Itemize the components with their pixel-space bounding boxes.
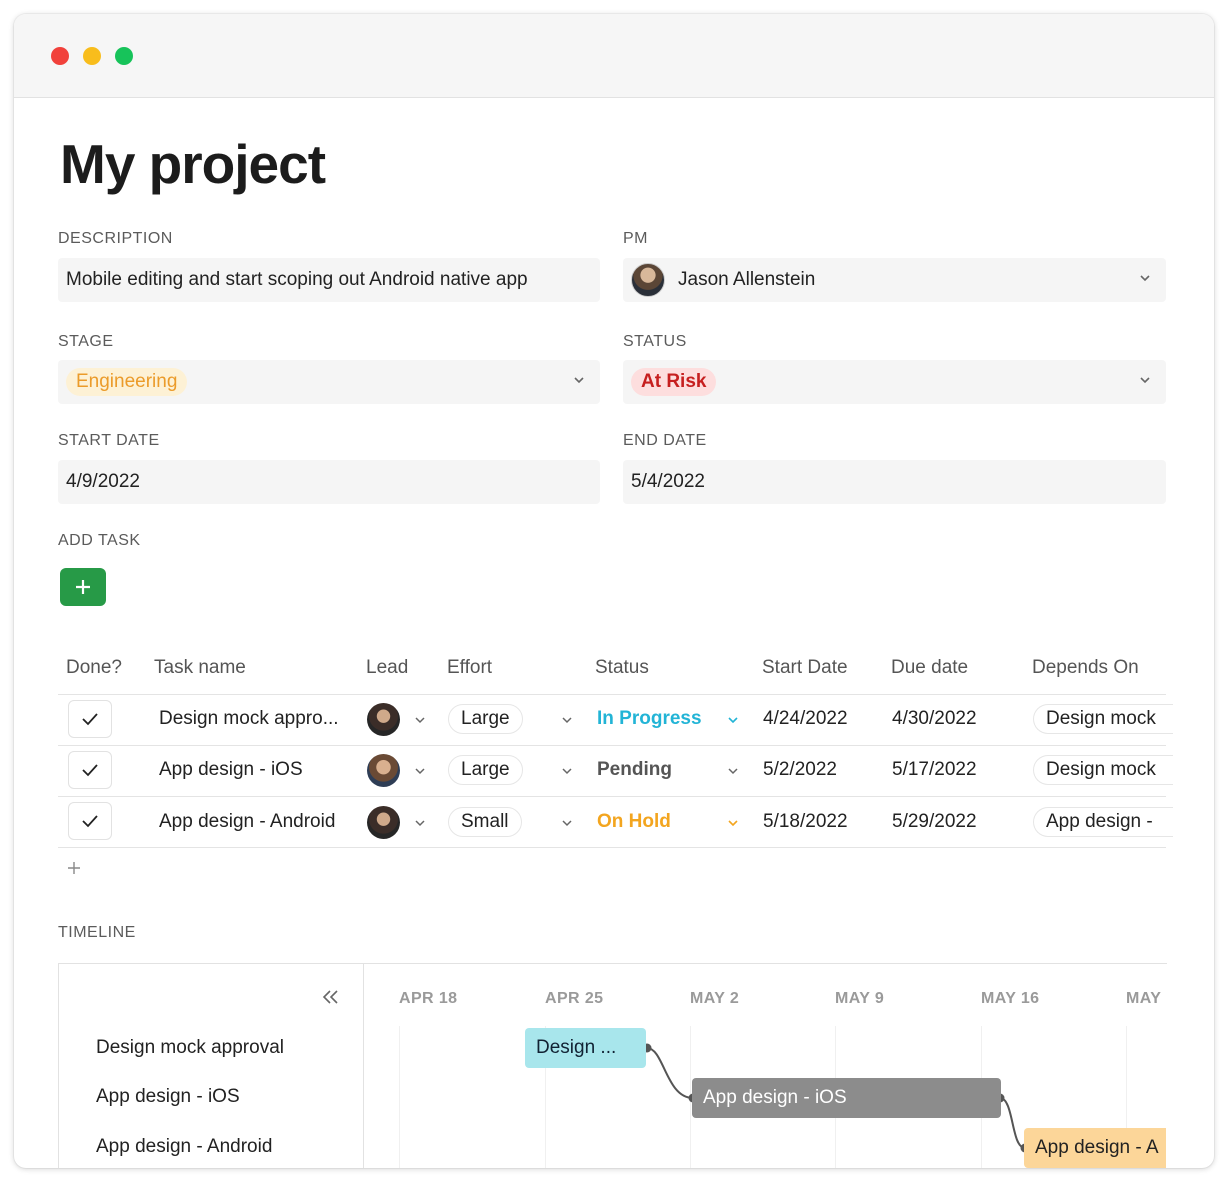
status-select[interactable]: At Risk xyxy=(623,360,1166,404)
chevron-down-icon xyxy=(1140,275,1150,282)
start-date-field[interactable]: 4/9/2022 xyxy=(58,460,600,504)
effort-chip[interactable]: Small xyxy=(448,807,522,837)
description-field[interactable]: Mobile editing and start scoping out And… xyxy=(58,258,600,302)
row-divider xyxy=(58,847,1166,848)
app-window: My project DESCRIPTION Mobile editing an… xyxy=(14,14,1214,1168)
maximize-window-button[interactable] xyxy=(115,47,133,65)
effort-chip[interactable]: Large xyxy=(448,704,523,734)
chevron-down-icon xyxy=(1140,377,1150,384)
done-checkbox[interactable] xyxy=(68,751,112,789)
end-date-field[interactable]: 5/4/2022 xyxy=(623,460,1166,504)
row-divider xyxy=(58,745,1166,746)
start-date-cell[interactable]: 5/18/2022 xyxy=(763,811,848,833)
status-label: STATUS xyxy=(623,333,687,350)
table-header-divider xyxy=(58,694,1166,695)
timeline-label: TIMELINE xyxy=(58,924,136,941)
chevron-down-icon[interactable] xyxy=(561,817,573,829)
col-task-name: Task name xyxy=(154,657,246,678)
timeline-task-name: App design - Android xyxy=(96,1136,273,1157)
chevron-down-icon[interactable] xyxy=(414,714,426,726)
start-date-label: START DATE xyxy=(58,432,160,449)
end-date-label: END DATE xyxy=(623,432,707,449)
status-badge: At Risk xyxy=(631,368,717,396)
chevron-down-icon[interactable] xyxy=(727,714,739,726)
effort-chip[interactable]: Large xyxy=(448,755,523,785)
due-date-cell[interactable]: 5/17/2022 xyxy=(892,759,977,781)
task-name-cell[interactable]: App design - Android xyxy=(159,811,335,833)
grid-line xyxy=(690,1026,691,1168)
col-depends-on: Depends On xyxy=(1032,657,1139,678)
timeline-bar[interactable]: Design ... xyxy=(525,1028,646,1068)
timeline-bar[interactable]: App design - iOS xyxy=(692,1078,1001,1118)
grid-line xyxy=(399,1026,400,1168)
stage-badge: Engineering xyxy=(66,368,188,396)
pm-avatar xyxy=(631,263,665,297)
due-date-cell[interactable]: 4/30/2022 xyxy=(892,708,977,730)
task-name-cell[interactable]: Design mock appro... xyxy=(159,708,339,730)
done-checkbox[interactable] xyxy=(68,802,112,840)
start-date-value: 4/9/2022 xyxy=(66,471,140,492)
chevron-down-icon xyxy=(574,377,584,384)
chevron-down-icon[interactable] xyxy=(414,817,426,829)
window-titlebar xyxy=(14,14,1214,98)
collapse-icon[interactable] xyxy=(320,987,342,1007)
week-label: APR 25 xyxy=(545,990,604,1007)
checkmark-icon xyxy=(82,713,98,726)
description-label: DESCRIPTION xyxy=(58,230,173,247)
week-label: MAY xyxy=(1126,990,1162,1007)
chevron-down-icon[interactable] xyxy=(561,765,573,777)
pm-value: Jason Allenstein xyxy=(678,269,816,290)
pm-label: PM xyxy=(623,230,648,247)
start-date-cell[interactable]: 4/24/2022 xyxy=(763,708,848,730)
stage-label: STAGE xyxy=(58,333,114,350)
col-effort: Effort xyxy=(447,657,493,678)
timeline-task-name: App design - iOS xyxy=(96,1086,240,1107)
timeline-bar[interactable]: App design - A xyxy=(1024,1128,1166,1168)
col-done: Done? xyxy=(66,657,122,678)
add-task-button[interactable] xyxy=(60,568,106,606)
end-date-value: 5/4/2022 xyxy=(631,471,705,492)
week-label: MAY 2 xyxy=(690,990,740,1007)
minimize-window-button[interactable] xyxy=(83,47,101,65)
task-status[interactable]: Pending xyxy=(597,759,672,781)
row-divider xyxy=(58,796,1166,797)
depends-on-chip[interactable]: Design mock xyxy=(1033,755,1173,785)
checkmark-icon xyxy=(82,815,98,828)
chevron-down-icon[interactable] xyxy=(561,714,573,726)
page-title: My project xyxy=(60,133,326,195)
week-label: MAY 16 xyxy=(981,990,1040,1007)
lead-avatar[interactable] xyxy=(367,806,400,839)
timeline-task-name: Design mock approval xyxy=(96,1037,284,1058)
done-checkbox[interactable] xyxy=(68,700,112,738)
timeline-divider xyxy=(363,964,364,1168)
lead-avatar[interactable] xyxy=(367,754,400,787)
week-label: APR 18 xyxy=(399,990,458,1007)
add-row-icon[interactable] xyxy=(66,860,82,876)
pm-select[interactable]: Jason Allenstein xyxy=(623,258,1166,302)
due-date-cell[interactable]: 5/29/2022 xyxy=(892,811,977,833)
chevron-down-icon[interactable] xyxy=(727,817,739,829)
task-status[interactable]: On Hold xyxy=(597,811,671,833)
stage-select[interactable]: Engineering xyxy=(58,360,600,404)
start-date-cell[interactable]: 5/2/2022 xyxy=(763,759,837,781)
depends-on-chip[interactable]: App design - xyxy=(1033,807,1173,837)
col-status: Status xyxy=(595,657,649,678)
depends-on-chip[interactable]: Design mock xyxy=(1033,704,1173,734)
add-task-label: ADD TASK xyxy=(58,532,141,549)
description-value: Mobile editing and start scoping out And… xyxy=(66,269,528,290)
task-status[interactable]: In Progress xyxy=(597,708,702,730)
week-label: MAY 9 xyxy=(835,990,885,1007)
lead-avatar[interactable] xyxy=(367,703,400,736)
chevron-down-icon[interactable] xyxy=(727,765,739,777)
col-start-date: Start Date xyxy=(762,657,848,678)
col-due-date: Due date xyxy=(891,657,969,678)
col-lead: Lead xyxy=(366,657,409,678)
close-window-button[interactable] xyxy=(51,47,69,65)
checkmark-icon xyxy=(82,764,98,777)
task-name-cell[interactable]: App design - iOS xyxy=(159,759,303,781)
plus-icon xyxy=(76,580,90,594)
chevron-down-icon[interactable] xyxy=(414,765,426,777)
